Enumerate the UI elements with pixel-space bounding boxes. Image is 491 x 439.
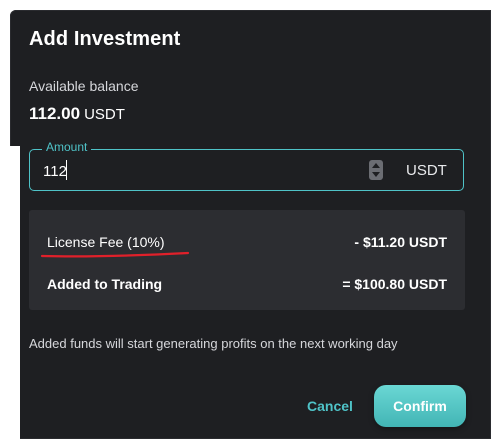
background-strip (0, 146, 20, 439)
stepper-down-icon[interactable] (372, 172, 380, 177)
dialog-title: Add Investment (29, 28, 181, 50)
text-caret (66, 160, 67, 180)
stepper-up-icon[interactable] (372, 163, 380, 168)
screenshot-stage: Add Investment Available balance 112.00 U… (0, 0, 491, 439)
spinner-arrows-icon[interactable] (369, 160, 383, 180)
license-fee-label: License Fee (10%) (47, 234, 165, 250)
balance-label: Available balance (29, 78, 139, 94)
amount-label: Amount (42, 140, 92, 154)
balance-value: 112.00 USDT (29, 104, 125, 124)
confirm-button[interactable]: Confirm (374, 385, 466, 427)
red-underline-annotation (40, 251, 190, 258)
amount-unit: USDT (406, 162, 447, 179)
balance-amount: 112.00 (29, 104, 81, 123)
added-to-trading-label: Added to Trading (47, 276, 163, 292)
balance-unit: USDT (84, 106, 125, 123)
license-fee-value: - $11.20 USDT (354, 234, 447, 250)
cancel-button[interactable]: Cancel (298, 390, 362, 422)
profit-note: Added funds will start generating profit… (29, 336, 398, 351)
added-to-trading-value: = $100.80 USDT (342, 276, 447, 292)
amount-input[interactable] (43, 160, 343, 182)
